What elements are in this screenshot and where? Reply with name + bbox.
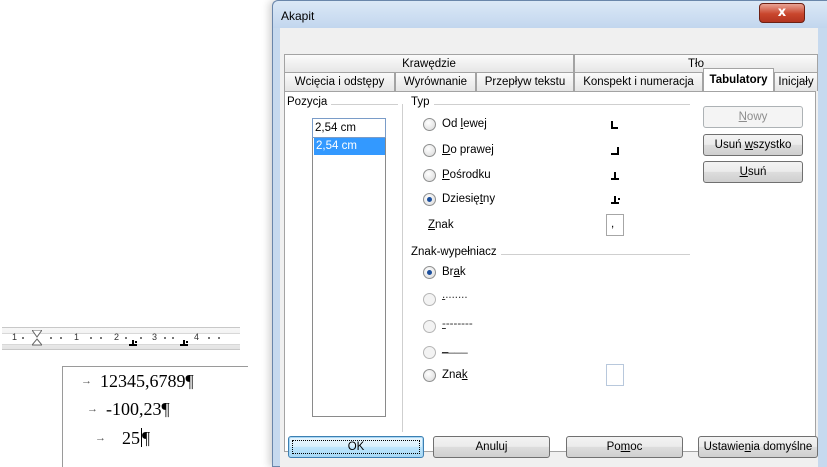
help-button[interactable]: Pomoc: [566, 436, 683, 458]
tab-label: Inicjały: [778, 76, 814, 88]
tab-label: Przepływ tekstu: [484, 76, 566, 88]
close-icon: x: [777, 5, 787, 20]
group-divider: [402, 104, 403, 432]
indent-marker-icon[interactable]: [32, 330, 42, 347]
ruler-dot: [208, 337, 210, 339]
delete-button[interactable]: Usuń: [703, 161, 803, 183]
tab-mark: →: [95, 432, 106, 444]
delete-all-button[interactable]: Usuń wszystko: [703, 134, 803, 156]
decimal-char-label: Znak: [428, 219, 454, 231]
position-list[interactable]: 2,54 cm: [312, 138, 386, 417]
tab-borders[interactable]: Krawędzie: [284, 54, 574, 73]
tab-mark: →: [81, 375, 92, 387]
tab-background[interactable]: Tło: [574, 54, 818, 73]
document-line[interactable]: → 25 ¶: [95, 428, 150, 449]
decimal-char-value: ,: [611, 218, 615, 230]
type-center-radio[interactable]: [423, 169, 436, 182]
decimal-tab-stop-icon[interactable]: [129, 340, 137, 346]
fill-underline-radio[interactable]: [423, 346, 436, 359]
close-button[interactable]: x: [759, 3, 805, 23]
pilcrow: ¶: [142, 428, 151, 448]
ruler-dot: [22, 337, 24, 339]
type-left-radio[interactable]: [423, 118, 436, 131]
tab-tabs[interactable]: Tabulatory: [703, 68, 774, 91]
ruler-dot: [164, 337, 166, 339]
fill-dashes-label: --------: [442, 318, 473, 330]
ruler-number: 4: [194, 332, 200, 342]
type-right-radio[interactable]: [423, 144, 436, 157]
defaults-button[interactable]: Ustawienia domyślne: [698, 436, 818, 458]
ruler-number: 1: [74, 332, 80, 342]
tab-label: Tabulatory: [709, 74, 768, 86]
ruler-dot: [90, 337, 92, 339]
right-tab-icon: [611, 147, 621, 155]
line-text: 12345,6789¶: [100, 371, 194, 391]
cancel-button[interactable]: Anuluj: [433, 436, 550, 458]
ruler-dot: [60, 337, 62, 339]
horizontal-ruler[interactable]: 1 1 2 3 4: [2, 327, 240, 350]
tab-outline-numbering[interactable]: Konspekt i numeracja: [574, 72, 703, 91]
left-tab-icon: [611, 121, 621, 129]
type-right-label: Do prawej: [442, 144, 494, 156]
position-label: Pozycja: [287, 96, 332, 108]
fill-dashes-radio[interactable]: [423, 320, 436, 333]
tab-label: Tło: [688, 58, 704, 70]
tab-label: Wcięcia i odstępy: [294, 76, 385, 88]
ruler-number: 2: [114, 332, 120, 342]
ruler-dot: [218, 337, 220, 339]
ruler-dot: [125, 337, 127, 339]
ok-button[interactable]: OK: [288, 436, 424, 458]
type-label: Typ: [411, 96, 434, 108]
decimal-tab-stop-icon[interactable]: [180, 340, 188, 346]
group-line: [412, 104, 690, 105]
dialog-title: Akapit: [281, 9, 315, 23]
fill-none-label: Brak: [442, 266, 466, 278]
position-input[interactable]: 2,54 cm: [312, 118, 386, 138]
type-decimal-radio[interactable]: [423, 193, 436, 206]
new-tab-button[interactable]: Nowy: [703, 106, 803, 128]
ruler-number: 1: [12, 332, 18, 342]
fill-char-label: Znak: [442, 369, 468, 381]
tab-drop-caps[interactable]: Inicjały: [774, 72, 818, 91]
window-frame: [818, 28, 827, 467]
title-bar[interactable]: Akapit x: [273, 1, 827, 28]
fill-dots-label: ........: [442, 289, 468, 301]
ruler-dot: [50, 337, 52, 339]
ruler-dot: [172, 337, 174, 339]
ruler-dot: [100, 337, 102, 339]
position-list-item[interactable]: 2,54 cm: [314, 138, 385, 155]
tab-indents-spacing[interactable]: Wcięcia i odstępy: [284, 72, 395, 91]
fill-label: Znak-wypełniacz: [411, 246, 501, 258]
tab-label: Konspekt i numeracja: [583, 76, 694, 88]
type-center-label: Pośrodku: [442, 169, 491, 181]
ruler-dot: [140, 337, 142, 339]
line-text: -100,23¶: [106, 399, 170, 419]
type-left-label: Od lewej: [442, 118, 487, 130]
type-decimal-label: Dziesiętny: [442, 193, 496, 205]
position-value: 2,54 cm: [315, 122, 356, 134]
ruler-number: 3: [152, 332, 158, 342]
line-text: 25: [122, 428, 140, 448]
fill-char-input[interactable]: [606, 364, 624, 386]
document-line[interactable]: → -100,23¶: [87, 399, 170, 420]
fill-underline-label: ____: [442, 342, 468, 354]
tab-label: Krawędzie: [402, 58, 456, 70]
tab-mark: →: [87, 403, 98, 415]
center-tab-icon: [611, 172, 621, 180]
document-page[interactable]: → 12345,6789¶ → -100,23¶ → 25 ¶: [62, 366, 248, 467]
fill-none-radio[interactable]: [423, 266, 436, 279]
tab-alignment[interactable]: Wyrównanie: [395, 72, 476, 91]
document-line[interactable]: → 12345,6789¶: [81, 371, 194, 392]
tab-text-flow[interactable]: Przepływ tekstu: [476, 72, 574, 91]
tab-label: Wyrównanie: [403, 76, 468, 88]
decimal-tab-icon: [611, 196, 621, 204]
fill-dots-radio[interactable]: [423, 293, 436, 306]
fill-char-radio[interactable]: [423, 369, 436, 382]
decimal-char-input[interactable]: ,: [606, 214, 624, 236]
